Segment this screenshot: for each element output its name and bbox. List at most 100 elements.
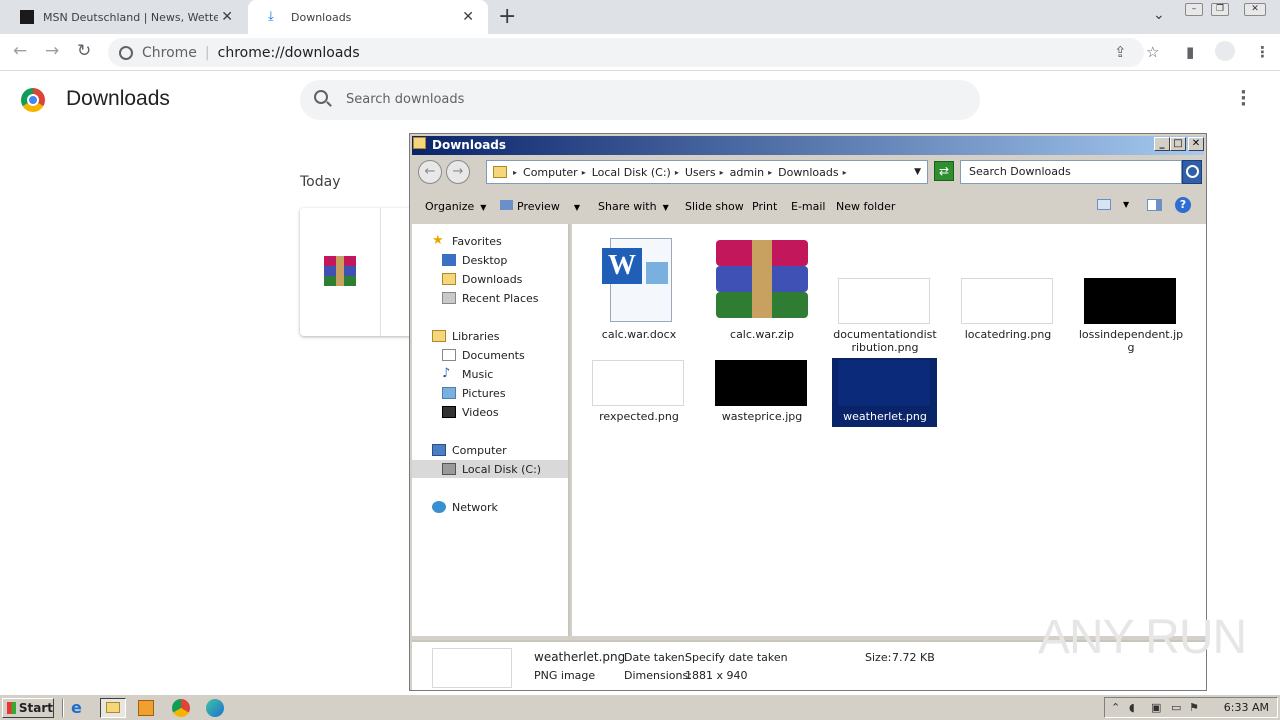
preview-pane-icon[interactable] [1147, 199, 1162, 211]
chrome-icon[interactable] [172, 699, 190, 717]
nav-network[interactable]: Network [432, 498, 498, 516]
chevron-down-icon[interactable]: ▼ [914, 167, 921, 177]
preview-button[interactable]: Preview ▼ [500, 200, 580, 213]
forward-button[interactable]: → [446, 160, 470, 184]
share-with-button[interactable]: Share with ▼ [598, 200, 669, 213]
forward-button[interactable]: → [45, 41, 59, 61]
nav-favorites[interactable]: ★ Favorites [432, 232, 502, 250]
view-icon[interactable] [1097, 199, 1111, 210]
file-name: lossindependent.jpg [1078, 328, 1184, 354]
network-status-icon[interactable]: ▣ [1151, 701, 1161, 714]
date-section-label: Today [300, 174, 341, 190]
nav-local-disk[interactable]: Local Disk (C:) [442, 460, 541, 478]
chevron-down-icon[interactable]: ▼ [1123, 200, 1129, 209]
nav-recent-places[interactable]: Recent Places [442, 289, 539, 307]
nav-label: Desktop [462, 253, 508, 267]
email-button[interactable]: E-mail [791, 200, 826, 213]
music-icon: ♪ [442, 366, 451, 381]
preview-label: Preview [517, 200, 560, 213]
close-icon[interactable]: ✕ [221, 9, 233, 25]
print-button[interactable]: Print [752, 200, 777, 213]
file-name: wasteprice.jpg [721, 410, 803, 423]
file-item[interactable]: documentationdistribution.png [832, 234, 938, 354]
details-date-value[interactable]: Specify date taken [685, 651, 788, 664]
breadcrumb-computer[interactable]: Computer [523, 166, 578, 179]
back-button[interactable]: ← [13, 41, 27, 61]
file-item[interactable]: calc.war.zip [709, 234, 815, 344]
minimize-button[interactable]: _ [1154, 137, 1170, 151]
close-window-button[interactable]: ✕ [1188, 137, 1204, 151]
organize-button[interactable]: Organize ▼ [425, 200, 486, 213]
msn-favicon-icon [20, 10, 34, 24]
close-icon[interactable]: ✕ [462, 9, 474, 25]
file-name: rexpected.png [599, 410, 679, 423]
details-size-value: 7.72 KB [892, 651, 935, 664]
search-input[interactable]: Search Downloads [960, 160, 1182, 184]
nav-videos[interactable]: Videos [442, 403, 499, 421]
media-player-icon[interactable] [138, 700, 154, 716]
nav-libraries[interactable]: Libraries [432, 327, 500, 345]
scheme-label: Chrome [142, 44, 197, 61]
address-bar[interactable]: ▸ Computer ▸ Local Disk (C:) ▸ Users ▸ a… [486, 160, 928, 184]
explorer-taskbar-button[interactable] [100, 698, 126, 718]
file-item[interactable]: locatedring.png [955, 234, 1061, 344]
breadcrumb-local-disk[interactable]: Local Disk (C:) [592, 166, 671, 179]
file-item[interactable]: W calc.war.docx [586, 234, 692, 344]
edge-icon[interactable] [206, 699, 224, 717]
chevron-down-icon[interactable]: ⌄ [1153, 7, 1165, 23]
nav-music[interactable]: ♪ Music [442, 365, 493, 383]
chevron-down-icon: ▼ [573, 203, 580, 212]
back-button[interactable]: ← [418, 160, 442, 184]
image-thumbnail [838, 360, 930, 406]
nav-computer[interactable]: Computer [432, 441, 507, 459]
nav-documents[interactable]: Documents [442, 346, 525, 364]
breadcrumb-downloads[interactable]: Downloads [778, 166, 838, 179]
volume-icon[interactable]: ◖ [1129, 701, 1135, 714]
clock[interactable]: 6:33 AM [1224, 701, 1269, 714]
minimize-button[interactable]: – [1185, 3, 1203, 16]
side-panel-icon[interactable]: ▮ [1186, 43, 1194, 61]
nav-label: Computer [452, 443, 507, 457]
reload-button[interactable]: ↻ [77, 41, 91, 61]
browser-toolbar: ← → ↻ Chrome | chrome://downloads ⇪ ☆ ▮ … [0, 34, 1280, 71]
details-size-label: Size: [865, 651, 892, 664]
file-item-selected[interactable]: weatherlet.png [832, 358, 938, 428]
tab-downloads[interactable]: ⤓ Downloads ✕ [248, 0, 488, 34]
menu-icon[interactable]: ⋮ [1255, 43, 1270, 61]
slide-show-button[interactable]: Slide show [685, 200, 744, 213]
search-icon[interactable] [1182, 160, 1202, 184]
flag-icon[interactable]: ⚑ [1189, 701, 1199, 714]
chrome-icon [119, 45, 133, 60]
start-button[interactable]: Start [2, 698, 54, 718]
word-document-icon: W [600, 238, 676, 324]
tab-msn[interactable]: MSN Deutschland | News, Wetter, Sp ✕ [0, 0, 247, 34]
bookmark-star-icon[interactable]: ☆ [1146, 43, 1159, 61]
nav-desktop[interactable]: Desktop [442, 251, 507, 269]
breadcrumb-admin[interactable]: admin [730, 166, 764, 179]
search-input[interactable]: Search downloads [300, 80, 980, 120]
restore-button[interactable]: ❐ [1211, 3, 1229, 16]
close-window-button[interactable]: ✕ [1244, 3, 1266, 16]
file-name: calc.war.docx [601, 328, 677, 341]
internet-explorer-icon[interactable]: e [71, 699, 89, 717]
maximize-button[interactable]: □ [1170, 137, 1186, 151]
nav-pictures[interactable]: Pictures [442, 384, 506, 402]
new-folder-button[interactable]: New folder [836, 200, 895, 213]
libraries-icon [432, 330, 446, 342]
refresh-button[interactable]: ⇄ [934, 161, 954, 181]
file-item[interactable]: wasteprice.jpg [709, 358, 815, 428]
help-icon[interactable]: ? [1175, 197, 1191, 213]
nav-downloads[interactable]: Downloads [442, 270, 522, 288]
chevron-up-icon[interactable]: ⌃ [1111, 701, 1120, 714]
address-bar[interactable]: Chrome | chrome://downloads [108, 38, 1144, 67]
more-actions-icon[interactable]: · · · [1240, 84, 1247, 114]
file-item[interactable]: rexpected.png [586, 358, 692, 428]
breadcrumb-users[interactable]: Users [685, 166, 716, 179]
file-item[interactable]: lossindependent.jpg [1078, 234, 1184, 354]
display-icon[interactable]: ▭ [1171, 701, 1181, 714]
share-icon[interactable]: ⇪ [1114, 43, 1127, 61]
profile-avatar-icon[interactable] [1215, 41, 1235, 61]
new-tab-button[interactable]: + [498, 4, 516, 29]
file-name: documentationdistribution.png [833, 328, 937, 354]
file-name: locatedring.png [964, 328, 1052, 341]
